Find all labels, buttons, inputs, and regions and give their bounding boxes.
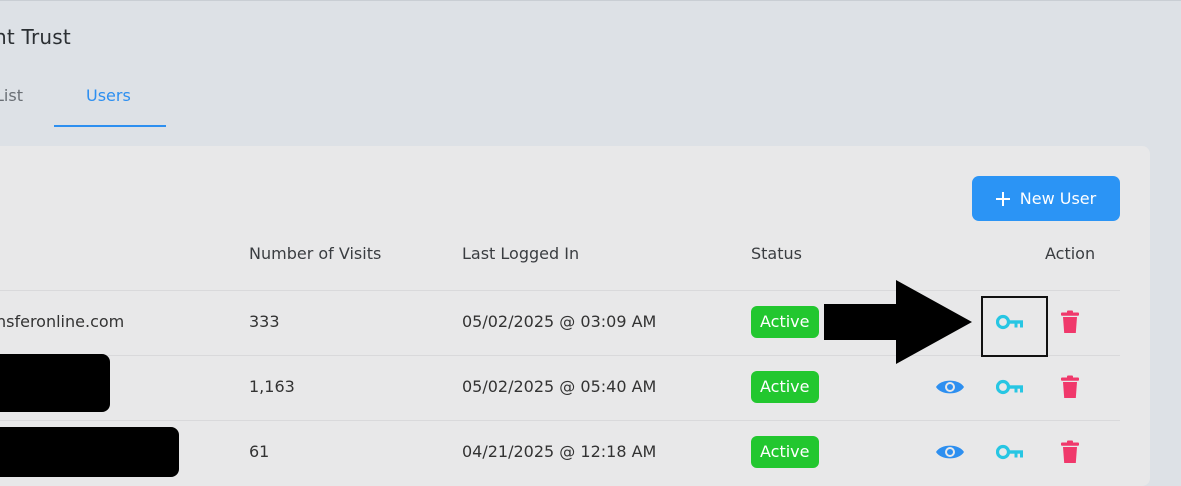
eye-icon	[936, 445, 964, 459]
redaction-block	[0, 427, 179, 477]
redaction-block	[0, 354, 110, 412]
active-tab-indicator	[54, 125, 166, 127]
row-divider	[0, 420, 1120, 421]
trash-icon	[1061, 375, 1079, 398]
key-button[interactable]	[995, 372, 1025, 402]
key-button[interactable]	[995, 437, 1025, 467]
column-header-visits: Number of Visits	[249, 244, 382, 263]
eye-icon	[936, 380, 964, 394]
tab-users[interactable]: Users	[86, 86, 131, 105]
visits-count: 61	[249, 442, 270, 461]
column-header-action: Action	[1045, 244, 1096, 263]
tab-list[interactable]: List	[0, 86, 23, 105]
trash-icon	[1061, 310, 1079, 333]
status-badge: Active	[751, 436, 819, 468]
delete-button[interactable]	[1055, 437, 1085, 467]
key-icon	[996, 444, 1023, 460]
status-badge: Active	[751, 306, 819, 338]
view-button[interactable]	[935, 372, 965, 402]
user-email: nsferonline.com	[0, 312, 125, 331]
visits-count: 1,163	[249, 377, 295, 396]
last-logged-in: 05/02/2025 @ 05:40 AM	[462, 377, 657, 396]
new-user-button[interactable]: New User	[972, 176, 1120, 221]
last-logged-in: 04/21/2025 @ 12:18 AM	[462, 442, 657, 461]
plus-icon	[995, 191, 1010, 206]
top-border	[0, 0, 1181, 1]
key-icon	[996, 379, 1023, 395]
page-title: nt Trust	[0, 25, 71, 49]
status-badge: Active	[751, 371, 819, 403]
column-header-status: Status	[751, 244, 802, 263]
visits-count: 333	[249, 312, 280, 331]
delete-button[interactable]	[1055, 372, 1085, 402]
highlight-box	[981, 296, 1048, 357]
new-user-label: New User	[1019, 189, 1097, 208]
column-header-last-logged-in: Last Logged In	[462, 244, 580, 263]
arrow-annotation-icon	[824, 280, 972, 364]
view-button[interactable]	[935, 437, 965, 467]
trash-icon	[1061, 440, 1079, 463]
delete-button[interactable]	[1055, 307, 1085, 337]
last-logged-in: 05/02/2025 @ 03:09 AM	[462, 312, 657, 331]
